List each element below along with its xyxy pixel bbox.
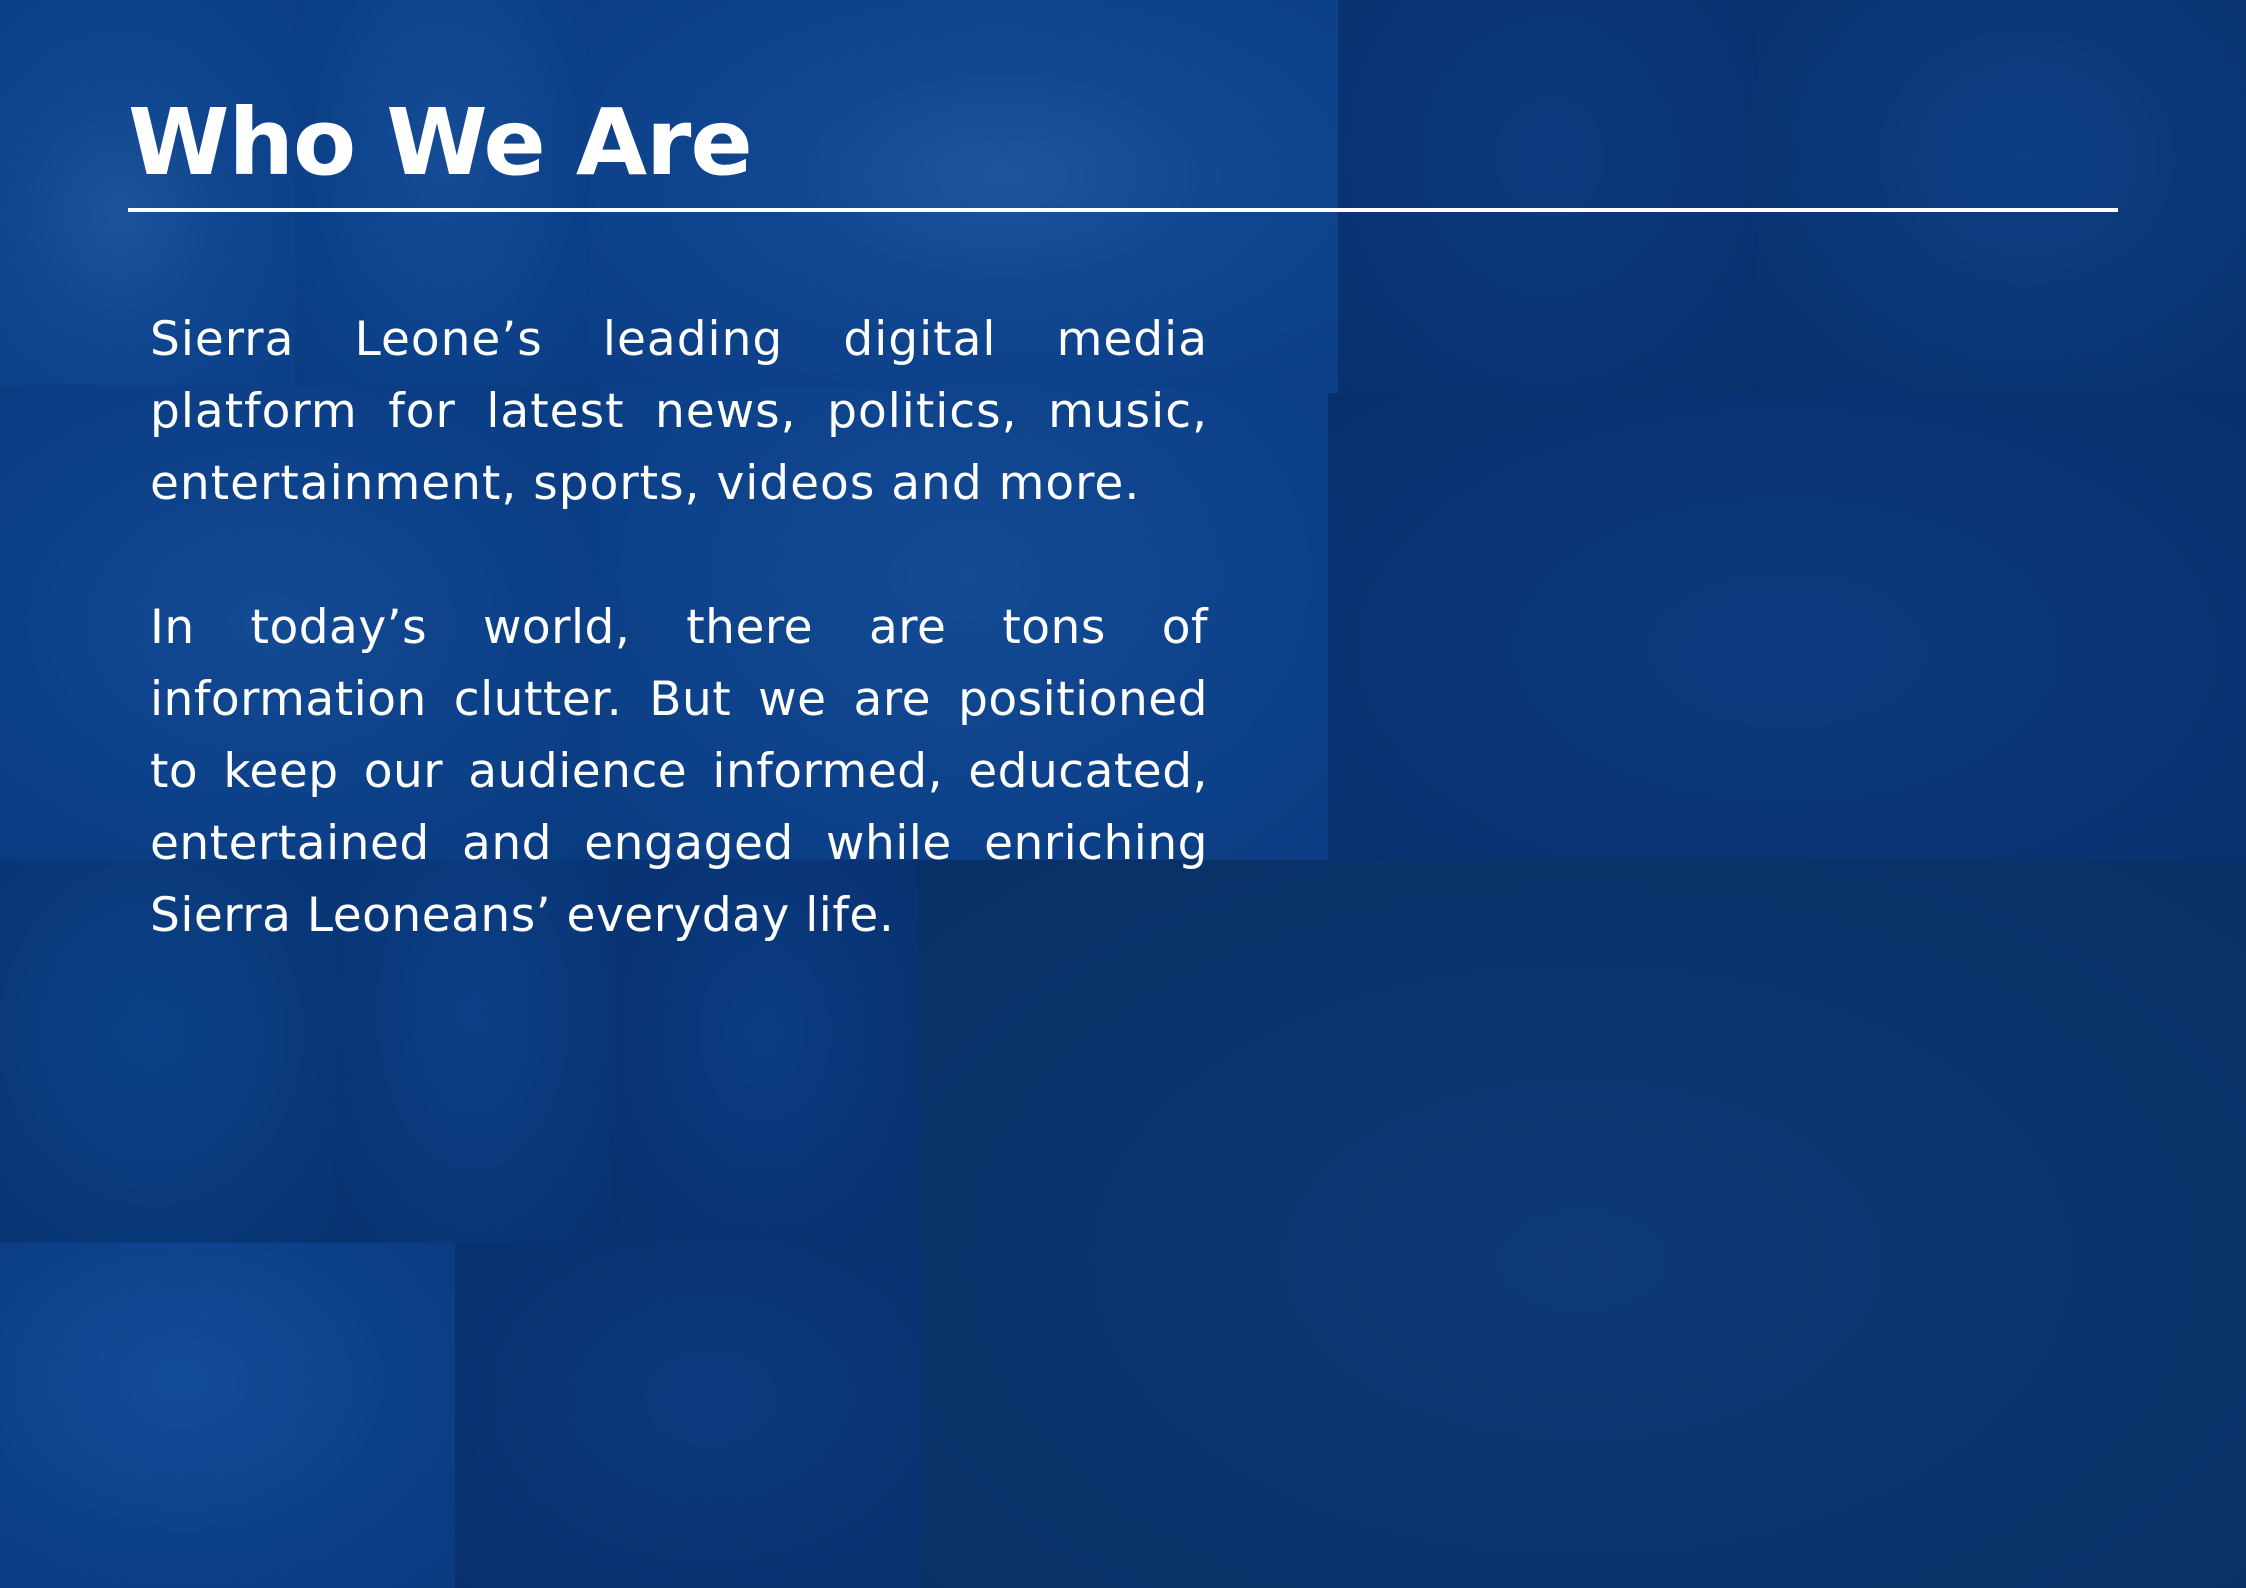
intro-paragraph: Sierra Leone’s leading digital media pla… — [150, 312, 1208, 511]
who-we-are-page: Who We Are Sierra Leone’s leading digita… — [0, 0, 2246, 1588]
photo-tile — [0, 1243, 455, 1588]
team-photo-tile — [918, 860, 2246, 1588]
page-title: Who We Are — [128, 89, 753, 196]
mission-paragraph: In today’s world, there are tons of info… — [150, 600, 1208, 943]
title-divider — [128, 208, 2118, 212]
photo-tile — [455, 1243, 920, 1588]
photo-tile — [1338, 0, 1761, 393]
photo-tile — [1328, 393, 2246, 861]
photo-tile — [1758, 0, 2246, 393]
